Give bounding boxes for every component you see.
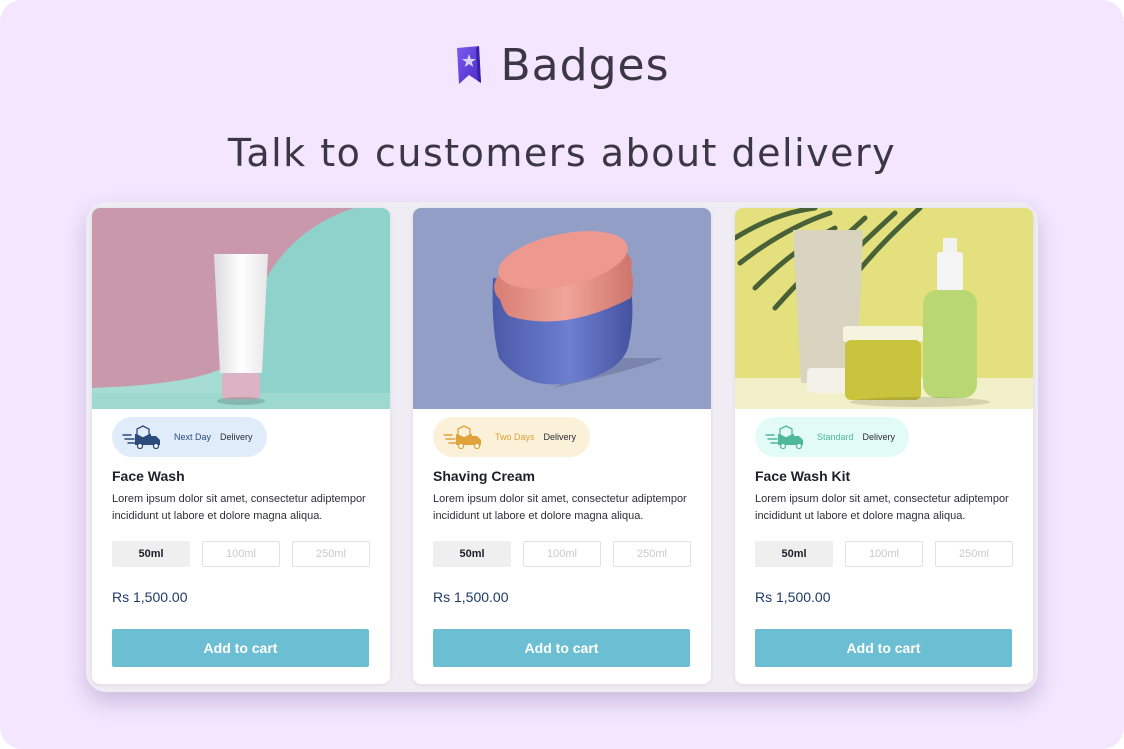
product-title: Shaving Cream bbox=[433, 468, 535, 484]
size-option-250ml[interactable]: 250ml bbox=[292, 541, 370, 567]
badge-label: Delivery bbox=[543, 432, 577, 442]
badge-highlight: Next Day bbox=[174, 432, 212, 442]
size-option-100ml[interactable]: 100ml bbox=[523, 541, 601, 567]
page-headline: Talk to customers about delivery bbox=[227, 131, 897, 175]
delivery-truck-icon bbox=[765, 425, 811, 449]
badge-highlight: Two Days bbox=[495, 432, 535, 442]
size-option-50ml[interactable]: 50ml bbox=[755, 541, 833, 567]
delivery-badge: Two Days Delivery bbox=[433, 417, 591, 457]
size-selector: 50ml 100ml 250ml bbox=[112, 541, 370, 567]
bookmark-star-logo-icon bbox=[454, 44, 486, 88]
product-card: Standard Delivery Face Wash Kit Lorem ip… bbox=[735, 208, 1033, 684]
size-selector: 50ml 100ml 250ml bbox=[433, 541, 691, 567]
size-option-100ml[interactable]: 100ml bbox=[202, 541, 280, 567]
delivery-truck-icon bbox=[122, 425, 168, 449]
size-option-100ml[interactable]: 100ml bbox=[845, 541, 923, 567]
product-description: Lorem ipsum dolor sit amet, consectetur … bbox=[755, 493, 1009, 522]
product-image bbox=[735, 208, 1033, 409]
add-to-cart-button[interactable]: Add to cart bbox=[112, 629, 369, 667]
size-option-250ml[interactable]: 250ml bbox=[613, 541, 691, 567]
add-to-cart-button[interactable]: Add to cart bbox=[755, 629, 1012, 667]
product-title: Face Wash bbox=[112, 468, 185, 484]
add-to-cart-button[interactable]: Add to cart bbox=[433, 629, 690, 667]
product-description: Lorem ipsum dolor sit amet, consectetur … bbox=[433, 493, 687, 522]
page-background: Badges Talk to customers about delivery bbox=[0, 0, 1124, 749]
size-option-50ml[interactable]: 50ml bbox=[112, 541, 190, 567]
badge-label: Delivery bbox=[220, 432, 253, 442]
badge-highlight: Standard bbox=[817, 432, 854, 442]
brand-name: Badges bbox=[500, 40, 670, 91]
delivery-badge: Next Day Delivery bbox=[112, 417, 267, 457]
product-image bbox=[92, 208, 390, 409]
product-price: Rs 1,500.00 bbox=[112, 589, 188, 605]
brand-header: Badges bbox=[0, 40, 1124, 92]
size-option-250ml[interactable]: 250ml bbox=[935, 541, 1013, 567]
product-price: Rs 1,500.00 bbox=[755, 589, 831, 605]
product-title: Face Wash Kit bbox=[755, 468, 851, 484]
product-card: Two Days Delivery Shaving Cream Lorem ip… bbox=[413, 208, 711, 684]
product-card: Next Day Delivery Face Wash Lorem ipsum … bbox=[92, 208, 390, 684]
badge-label: Delivery bbox=[862, 432, 896, 442]
delivery-badge: Standard Delivery bbox=[755, 417, 910, 457]
product-price: Rs 1,500.00 bbox=[433, 589, 509, 605]
product-image bbox=[413, 208, 711, 409]
size-selector: 50ml 100ml 250ml bbox=[755, 541, 1013, 567]
size-option-50ml[interactable]: 50ml bbox=[433, 541, 511, 567]
delivery-truck-icon bbox=[443, 425, 489, 449]
product-description: Lorem ipsum dolor sit amet, consectetur … bbox=[112, 493, 366, 522]
